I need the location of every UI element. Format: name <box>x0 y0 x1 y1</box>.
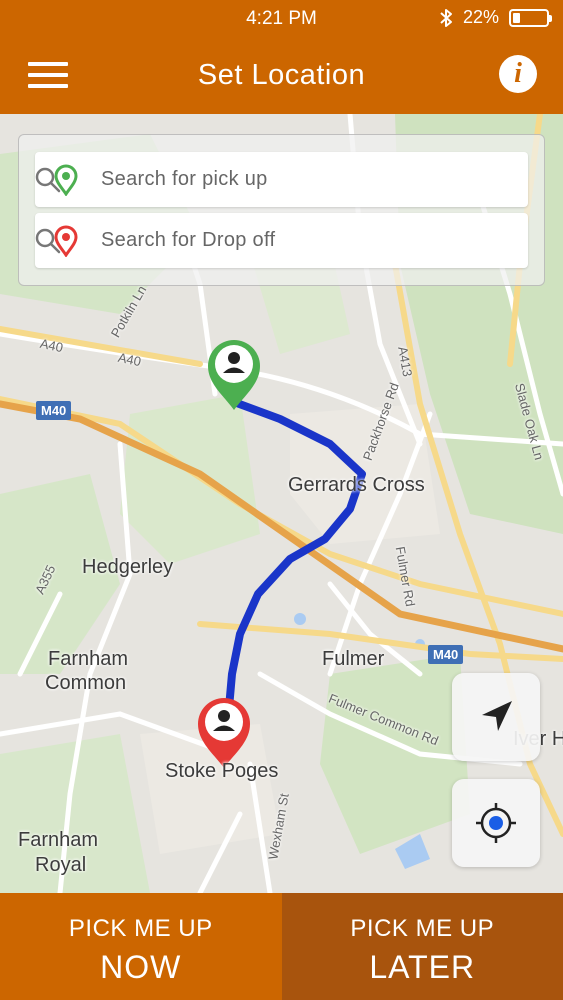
search-panel: Search for pick up Search for Drop off <box>18 134 545 286</box>
road-badge-m40-west: M40 <box>36 401 72 420</box>
pick-me-up-now-button[interactable]: PICK ME UP NOW <box>0 893 282 1000</box>
road-badge-m40-east: M40 <box>428 645 464 664</box>
map-label-hedgerley: Hedgerley <box>82 556 174 578</box>
dropoff-search-placeholder: Search for Drop off <box>101 229 276 251</box>
map-label-stoke-poges: Stoke Poges <box>165 760 279 782</box>
now-button-top-label: PICK ME UP <box>68 915 213 942</box>
my-location-crosshair-icon <box>476 803 516 843</box>
now-button-main-label: NOW <box>100 949 182 985</box>
battery-fill <box>513 12 520 23</box>
later-button-main-label: LATER <box>369 949 476 985</box>
map-label-farnham-royal-2: Royal <box>35 854 87 876</box>
map-label-gerrards-cross: Gerrards Cross <box>288 474 425 496</box>
navigation-arrow-icon <box>482 701 512 731</box>
navigate-button[interactable] <box>452 673 540 761</box>
map-label-fulmer: Fulmer <box>322 648 385 670</box>
my-location-button[interactable] <box>452 779 540 867</box>
map-view[interactable]: Gerrards Cross Hedgerley Farnham Common … <box>0 114 563 893</box>
bluetooth-icon <box>440 8 452 27</box>
map-label-farnham-royal-1: Farnham <box>18 829 99 851</box>
battery-percent: 22% <box>462 7 499 27</box>
search-icon[interactable] <box>35 167 61 193</box>
page-title: Set Location <box>197 59 366 91</box>
info-icon[interactable]: i <box>499 55 537 93</box>
pickup-search-placeholder: Search for pick up <box>101 168 268 190</box>
later-button-top-label: PICK ME UP <box>350 915 495 942</box>
search-icon[interactable] <box>35 228 61 254</box>
pickup-search-field[interactable]: Search for pick up <box>35 152 528 207</box>
map-label-farnham-common-1: Farnham <box>48 648 129 670</box>
app-header: Set Location i <box>0 38 563 114</box>
dropoff-search-field[interactable]: Search for Drop off <box>35 213 528 268</box>
bottom-action-bar: PICK ME UP NOW PICK ME UP LATER <box>0 893 563 1000</box>
map-label-farnham-common-2: Common <box>45 672 127 694</box>
pick-me-up-later-button[interactable]: PICK ME UP LATER <box>281 893 563 1000</box>
status-bar: 4:21 PM 22% <box>0 0 563 38</box>
battery-icon <box>509 8 552 27</box>
status-indicators: 22% <box>439 7 552 28</box>
